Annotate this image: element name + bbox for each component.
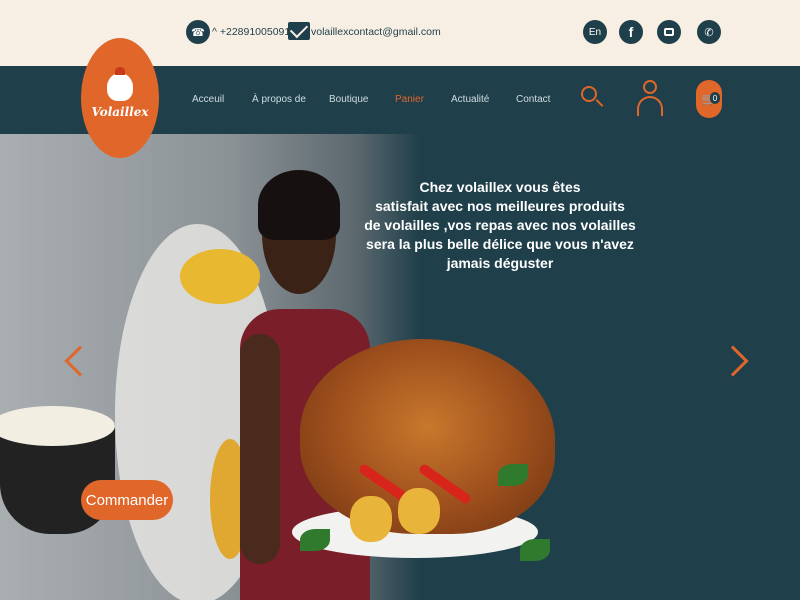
decor-herb: [498, 464, 528, 486]
woman-arm: [240, 334, 280, 564]
language-button[interactable]: En: [583, 20, 607, 44]
nav-link-boutique[interactable]: Boutique: [329, 94, 368, 105]
decor-herb: [520, 539, 550, 561]
phone-icon[interactable]: ☎: [186, 20, 210, 44]
nav-link-actualite[interactable]: Actualité: [451, 94, 489, 105]
order-button[interactable]: Commander: [81, 480, 173, 520]
facebook-icon[interactable]: f: [619, 20, 643, 44]
decor-potato: [350, 496, 392, 542]
youtube-icon[interactable]: [657, 20, 681, 44]
phone-number[interactable]: ^ +22891005091: [212, 26, 290, 38]
language-label: En: [588, 26, 602, 38]
headline-line: de volailles ,vos repas avec nos volaill…: [364, 217, 636, 233]
user-account-icon[interactable]: [637, 80, 663, 118]
user-head: [643, 80, 657, 94]
email-address[interactable]: volaillexcontact@gmail.com: [311, 26, 441, 38]
headline-line: jamais déguster: [446, 255, 554, 271]
cart-count-badge: 0: [710, 92, 720, 104]
search-icon[interactable]: [581, 86, 597, 102]
facebook-letter: f: [628, 24, 634, 40]
nav-link-a-propos[interactable]: À propos de: [252, 94, 306, 105]
logo-text: Volaillex: [91, 105, 149, 119]
cart-button[interactable]: 🛒 0: [696, 80, 722, 118]
headline-line: satisfait avec nos meilleures produits: [375, 198, 625, 214]
brand-logo[interactable]: Volaillex: [81, 38, 159, 158]
decor-lemon: [180, 249, 260, 304]
whatsapp-icon[interactable]: ✆: [697, 20, 721, 44]
nav-link-panier[interactable]: Panier: [395, 94, 424, 105]
headline-line: sera la plus belle délice que vous n'ave…: [366, 236, 634, 252]
hero-headline: Chez volaillex vous êtes satisfait avec …: [360, 178, 640, 273]
nav-link-acceuil[interactable]: Acceuil: [192, 94, 224, 105]
woman-hair: [258, 170, 340, 240]
hen-icon: [107, 67, 133, 101]
carousel-next-icon[interactable]: [717, 345, 749, 377]
decor-potato: [398, 488, 440, 534]
nav-link-contact[interactable]: Contact: [516, 94, 550, 105]
mail-icon[interactable]: [288, 22, 310, 40]
youtube-glyph: [664, 28, 674, 36]
hero-banner: Chez volaillex vous êtes satisfait avec …: [0, 134, 800, 600]
headline-line: Chez volaillex vous êtes: [419, 179, 581, 195]
user-body: [637, 96, 663, 116]
decor-herb: [300, 529, 330, 551]
